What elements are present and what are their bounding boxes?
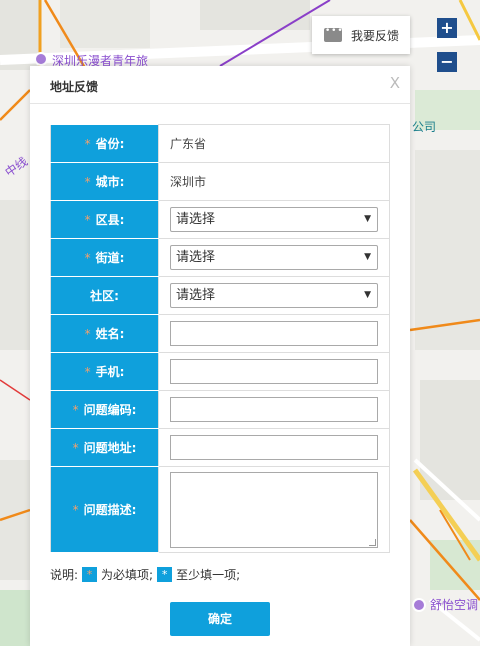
- required-star: *: [84, 213, 91, 227]
- form-value-cell: 广东省: [158, 124, 390, 163]
- form-label-cell: * 城市:: [50, 162, 159, 201]
- form-label-cell: * 省份:: [50, 124, 159, 163]
- form-value-cell: [158, 352, 390, 391]
- poi-marker-icon[interactable]: [34, 52, 48, 66]
- map-label-shop[interactable]: 舒怡空调: [430, 596, 478, 613]
- form-row: * 街道: 请选择 ▼: [50, 238, 390, 277]
- note-atleast-text: 至少填一项;: [176, 568, 241, 582]
- form-label-cell: * 问题编码:: [50, 390, 159, 429]
- feedback-button-label: 我要反馈: [351, 28, 400, 43]
- form-label: 问题描述:: [83, 503, 137, 517]
- form-label-cell: * 区县:: [50, 200, 159, 239]
- form-label-cell: 社区:: [50, 276, 159, 315]
- zoom-in-button[interactable]: +: [437, 18, 457, 38]
- form-value-cell: [158, 466, 390, 553]
- required-star: *: [72, 403, 79, 417]
- text-input[interactable]: [170, 359, 378, 384]
- form-row: * 区县: 请选择 ▼: [50, 200, 390, 239]
- select-dropdown[interactable]: 请选择 ▼: [170, 283, 378, 308]
- text-input[interactable]: [170, 435, 378, 460]
- required-star: *: [84, 327, 91, 341]
- dialog-title: 地址反馈: [50, 80, 99, 94]
- map-label-company[interactable]: 公司: [412, 118, 436, 135]
- required-star: *: [84, 365, 91, 379]
- form-value-cell: 请选择 ▼: [158, 200, 390, 239]
- form-label-cell: * 问题地址:: [50, 428, 159, 467]
- form-row: * 问题编码:: [50, 390, 390, 429]
- atleast-marker: *: [157, 567, 173, 582]
- address-feedback-dialog: 地址反馈 X * 省份: 广东省 * 城市: 深圳市 * 区县: 请选择 ▼ * 街道: 请选择 ▼ 社区:…: [30, 66, 410, 646]
- form-row: * 手机:: [50, 352, 390, 391]
- form-row: * 问题地址:: [50, 428, 390, 467]
- form-row: 社区: 请选择 ▼: [50, 276, 390, 315]
- form-value-cell: 请选择 ▼: [158, 276, 390, 315]
- select-value: 请选择: [176, 250, 216, 265]
- form-note: 说明: * 为必填项; * 至少填一项;: [50, 566, 240, 583]
- form-static-value: 深圳市: [170, 175, 207, 189]
- select-value: 请选择: [176, 288, 216, 303]
- form-value-cell: 深圳市: [158, 162, 390, 201]
- required-star: *: [84, 137, 91, 151]
- close-icon[interactable]: X: [390, 74, 400, 92]
- form-label: 问题地址:: [83, 441, 137, 455]
- submit-button[interactable]: 确定: [170, 602, 270, 636]
- shop-marker-icon[interactable]: [412, 598, 426, 612]
- form-row: * 姓名:: [50, 314, 390, 353]
- form-value-cell: [158, 314, 390, 353]
- form-value-cell: 请选择 ▼: [158, 238, 390, 277]
- chat-icon: [324, 26, 342, 42]
- form-label-cell: * 问题描述:: [50, 466, 159, 553]
- note-prefix: 说明:: [50, 568, 79, 582]
- required-star: *: [84, 251, 91, 265]
- form-label: 问题编码:: [83, 403, 137, 417]
- form-value-cell: [158, 390, 390, 429]
- required-star: *: [72, 503, 79, 517]
- select-dropdown[interactable]: 请选择 ▼: [170, 207, 378, 232]
- chevron-down-icon: ▼: [364, 214, 371, 224]
- required-marker: *: [82, 567, 98, 582]
- form-row: * 省份: 广东省: [50, 124, 390, 163]
- form-static-value: 广东省: [170, 137, 207, 151]
- form-row: * 问题描述:: [50, 466, 390, 553]
- form-label: 区县:: [95, 213, 125, 227]
- note-required-text: 为必填项;: [101, 568, 154, 582]
- dialog-header: 地址反馈 X: [30, 66, 410, 104]
- form-label: 城市:: [95, 175, 125, 189]
- zoom-out-button[interactable]: −: [437, 52, 457, 72]
- text-input[interactable]: [170, 321, 378, 346]
- select-value: 请选择: [176, 212, 216, 227]
- form-label: 姓名:: [95, 327, 125, 341]
- chevron-down-icon: ▼: [364, 252, 371, 262]
- required-star: *: [72, 441, 79, 455]
- feedback-button[interactable]: 我要反馈: [312, 16, 410, 54]
- form-label-cell: * 姓名:: [50, 314, 159, 353]
- text-input[interactable]: [170, 397, 378, 422]
- form-label: 手机:: [95, 365, 125, 379]
- form-row: * 城市: 深圳市: [50, 162, 390, 201]
- form-label: 省份:: [95, 137, 125, 151]
- description-textarea[interactable]: [170, 471, 378, 548]
- form-value-cell: [158, 428, 390, 467]
- required-star: *: [84, 175, 91, 189]
- form-label: 街道:: [95, 251, 125, 265]
- chevron-down-icon: ▼: [364, 290, 371, 300]
- select-dropdown[interactable]: 请选择 ▼: [170, 245, 378, 270]
- feedback-form: * 省份: 广东省 * 城市: 深圳市 * 区县: 请选择 ▼ * 街道: 请选择 ▼ 社区: 请选择 ▼ * 姓名…: [50, 124, 390, 553]
- form-label-cell: * 手机:: [50, 352, 159, 391]
- form-label: 社区:: [90, 289, 119, 303]
- form-label-cell: * 街道:: [50, 238, 159, 277]
